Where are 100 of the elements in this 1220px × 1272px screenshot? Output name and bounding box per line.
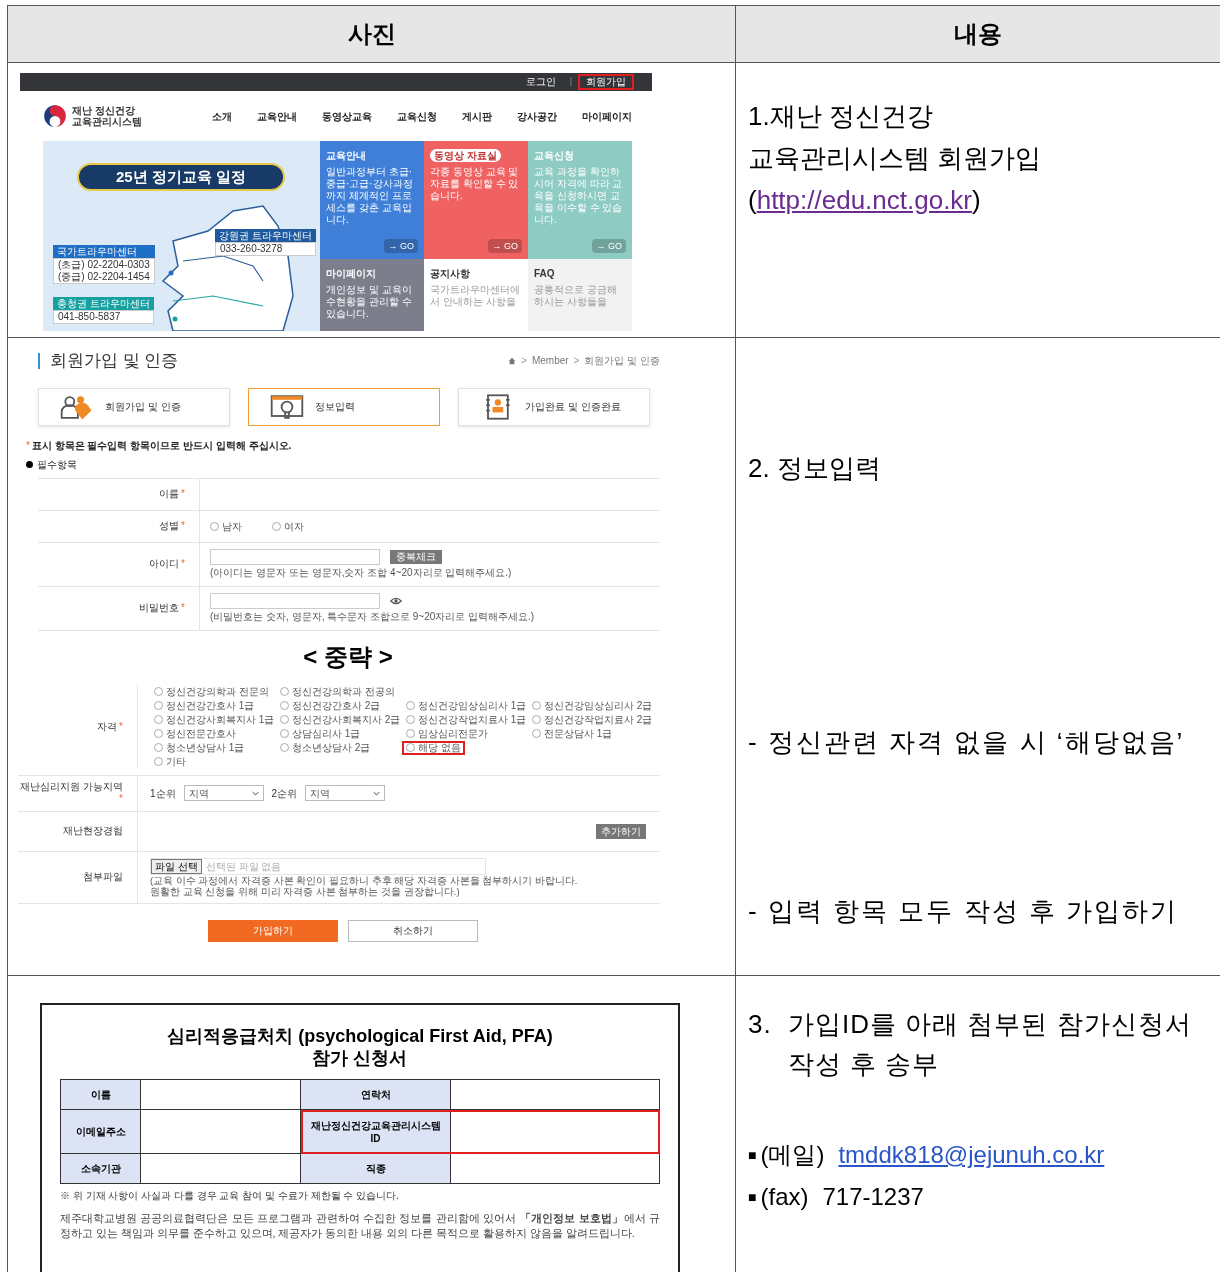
option-label: 해당 없음 — [418, 742, 461, 753]
text-input[interactable] — [210, 593, 380, 609]
dropdown[interactable]: 지역 — [183, 785, 264, 801]
cancel-button[interactable]: 취소하기 — [348, 919, 478, 942]
radio-button[interactable] — [154, 715, 163, 724]
radio-button[interactable] — [154, 687, 163, 696]
description-text: 1.재난 정신건강 — [748, 100, 934, 133]
tile-text: 공통적으로 궁금해하시는 사항들을 — [534, 284, 618, 308]
tile-text: 개인정보 및 교육이수현황을 관리할 수 있습니다. — [326, 284, 413, 320]
description-text: - 입력 항목 모두 작성 후 가입하기 — [748, 895, 1179, 928]
radio-button[interactable] — [154, 701, 163, 710]
center-label: 충청권 트라우마센터 — [53, 297, 154, 310]
radio-button[interactable] — [532, 715, 541, 724]
phone-number: 033-260-3278 — [220, 243, 284, 255]
step-tab[interactable]: 정보입력 — [248, 387, 440, 426]
tile-title: 교육안내 — [326, 149, 366, 162]
banner-title: 25년 정기교육 일정 — [77, 163, 285, 191]
nav-item[interactable]: 마이페이지 — [582, 108, 632, 124]
radio-button[interactable] — [154, 729, 163, 738]
radio-button[interactable] — [406, 743, 415, 752]
radio-button[interactable] — [280, 687, 289, 696]
form-label-cell: 소속기관 — [61, 1154, 141, 1184]
radio-button[interactable] — [210, 521, 219, 531]
radio-button[interactable] — [280, 715, 289, 724]
go-button[interactable]: → GO — [488, 239, 522, 253]
radio-button[interactable] — [280, 729, 289, 738]
form-title: 심리적응급처치 (psychological First Aid, PFA) — [166, 1025, 554, 1047]
center-label: 강원권 트라우마센터 — [215, 229, 316, 242]
option-label: 상담심리사 1급 — [292, 728, 361, 739]
step-tab[interactable]: 회원가입 및 인증 — [38, 387, 230, 426]
go-button[interactable]: → GO — [384, 239, 418, 253]
radio-button[interactable] — [406, 715, 415, 724]
menu-tile[interactable]: 교육안내 일반과정부터 초급·중급·고급·강사과정까지 체계적인 프로세스를 갖춘 교육입니다. → GO — [320, 141, 424, 259]
nav-item[interactable]: 게시판 — [462, 108, 492, 124]
email-link[interactable]: tmddk818@jejunuh.co.kr — [838, 1136, 1105, 1174]
radio-button[interactable] — [532, 701, 541, 710]
tile-title: FAQ — [534, 267, 555, 280]
breadcrumb-link[interactable]: Member — [531, 353, 569, 369]
add-button[interactable]: 추가하기 — [596, 823, 646, 839]
home-icon — [508, 356, 517, 365]
column-header: 사진 — [347, 19, 396, 49]
option-label: 청소년상담사 2급 — [292, 742, 371, 753]
form-subtitle: 참가 신청서 — [311, 1047, 409, 1069]
nav-item[interactable]: 교육안내 — [257, 108, 297, 124]
radio-button[interactable] — [154, 757, 163, 766]
phone-number: 041-850-5837 — [58, 311, 122, 323]
select-label: 1순위 — [150, 786, 176, 801]
option-label: 정신건강의학과 전문의 — [166, 686, 269, 697]
radio-button[interactable] — [272, 521, 281, 531]
section-title: 필수항목 — [37, 457, 77, 472]
description-text: - 정신관련 자격 없을 시 ‘해당없음’ — [748, 726, 1186, 759]
contact-label: (메일) — [760, 1140, 825, 1170]
select-label: 2순위 — [271, 786, 298, 801]
hint-text: (교육 이수 과정에서 자격증 사본 확인이 필요하니 추후 해당 자격증 사본을 첨부하시기 바랍니다. — [150, 874, 579, 886]
field-label: 재난심리지원 가능지역 * — [19, 781, 123, 805]
top-link[interactable]: 로그인 — [517, 74, 564, 90]
nav-item[interactable]: 강사공간 — [517, 108, 557, 124]
tile-title: 마이페이지 — [326, 267, 376, 280]
radio-button[interactable] — [280, 743, 289, 752]
menu-tile[interactable]: 동영상 자료실 각종 동영상 교육 및 자료를 확인할 수 있습니다. → GO — [424, 141, 528, 259]
phone-number: (중급) 02-2204-1454 — [58, 271, 150, 283]
text-input[interactable] — [210, 549, 380, 565]
radio-button[interactable] — [154, 743, 163, 752]
option-label: 정신전문간호사 — [166, 728, 236, 739]
option-label: 정신건강사회복지사 1급 — [166, 714, 275, 725]
breadcrumb-link[interactable]: 회원가입 및 인증 — [584, 353, 660, 369]
website-link[interactable]: http://edu.nct.go.kr — [756, 179, 973, 221]
nav-item[interactable]: 동영상교육 — [322, 108, 372, 124]
omission-text: < 중략 > — [302, 641, 394, 672]
field-label: 재난현장경험 — [63, 825, 123, 837]
check-button[interactable]: 중복체크 — [390, 550, 442, 564]
field-label: 첨부파일 — [83, 871, 123, 883]
tile-text: 교육 과정을 확인하시어 자격에 따라 교육을 신청하시면 교육을 이수할 수 있습니다. — [534, 166, 624, 226]
file-field[interactable]: 파일 선택 선택된 파일 없음 — [150, 857, 486, 875]
radio-button[interactable] — [532, 729, 541, 738]
form-label-cell: 재난정신건강교육관리시스템 ID — [301, 1110, 451, 1154]
radio-button[interactable] — [280, 701, 289, 710]
nav-item[interactable]: 교육신청 — [397, 108, 437, 124]
breadcrumb-separator: > — [521, 354, 527, 369]
option-label: 정신건강사회복지사 2급 — [292, 714, 401, 725]
separator-text: | — [569, 75, 572, 89]
step-tab[interactable]: 가입완료 및 인증완료 — [458, 387, 650, 426]
menu-tile[interactable]: FAQ 공통적으로 궁금해하시는 사항들을 — [528, 259, 632, 331]
option-label: 정신건강작업치료사 1급 — [418, 714, 527, 725]
menu-tile[interactable]: 마이페이지 개인정보 및 교육이수현황을 관리할 수 있습니다. — [320, 259, 424, 331]
nav-item[interactable]: 소개 — [212, 108, 232, 124]
form-label-cell: 이메일주소 — [61, 1110, 141, 1154]
magnifier-icon — [269, 393, 305, 420]
tile-title: 동영상 자료실 — [430, 149, 501, 162]
radio-button[interactable] — [406, 701, 415, 710]
option-label: 남자 — [222, 519, 242, 534]
option-label: 정신건강임상심리사 1급 — [418, 700, 527, 711]
radio-button[interactable] — [406, 729, 415, 738]
hint-text: (아이디는 영문자 또는 영문자,숫자 조합 4~20자리로 입력해주세요.) — [210, 567, 513, 579]
top-link[interactable]: 회원가입 — [578, 74, 634, 90]
dropdown[interactable]: 지역 — [305, 785, 386, 801]
option-label: 전문상담사 1급 — [544, 728, 613, 739]
parenthesis-text: ( — [748, 184, 757, 217]
contact-label: (fax) — [760, 1182, 809, 1212]
notice-text: 표시 항목은 필수입력 항목이므로 반드시 입력해 주십시오. — [31, 438, 292, 453]
